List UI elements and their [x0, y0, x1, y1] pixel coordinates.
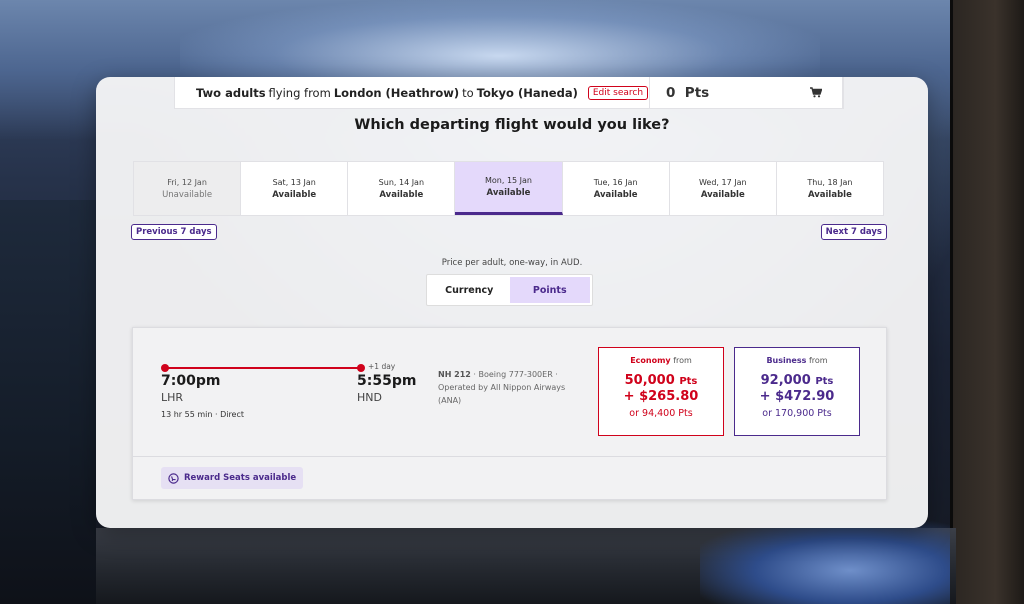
cabin-partition-background: [950, 0, 1024, 604]
flight-card-divider: [133, 456, 886, 457]
date-tab-thu-18-jan[interactable]: Thu, 18 Jan Available: [777, 162, 883, 215]
date-tab-status: Available: [486, 188, 531, 198]
date-tab-status: Unavailable: [162, 189, 213, 200]
points-toggle-option[interactable]: Points: [509, 277, 590, 303]
route-line: [164, 367, 360, 369]
date-tab-status: Available: [700, 189, 745, 200]
departure-airport-code: LHR: [161, 391, 184, 404]
origin-text: London (Heathrow): [333, 85, 460, 100]
passengers-text: Two adults: [195, 85, 266, 100]
reward-seats-label: Reward Seats available: [184, 473, 297, 483]
reward-seats-badge[interactable]: Reward Seats available: [161, 467, 304, 489]
business-fare-points: 92,000 Pts: [761, 373, 834, 389]
economy-fare-alt: or 94,400 Pts: [629, 408, 693, 419]
flight-duration: 13 hr 55 min · Direct: [161, 410, 245, 419]
business-fare-button[interactable]: Business from 92,000 Pts + $472.90 or 17…: [734, 347, 860, 436]
date-tab-status: Available: [807, 189, 852, 200]
operator-text: Operated by All Nippon Airways (ANA): [438, 383, 566, 405]
date-tab-status: Available: [379, 189, 424, 200]
business-fare-cash: + $472.90: [759, 389, 835, 404]
date-tab-sat-13-jan[interactable]: Sat, 13 Jan Available: [241, 162, 349, 215]
reward-seat-icon: [168, 472, 179, 484]
currency-points-toggle: Currency Points: [426, 274, 593, 306]
departure-time: 7:00pm: [161, 373, 221, 389]
cart-icon[interactable]: [806, 83, 826, 103]
cabin-light-background: [180, 0, 820, 80]
fare-points-unit: Pts: [679, 376, 698, 387]
price-note: Price per adult, one-way, in AUD.: [441, 258, 583, 268]
flight-number: NH 212: [438, 370, 471, 379]
currency-toggle-option[interactable]: Currency: [429, 277, 510, 303]
day-offset: +1 day: [368, 362, 396, 371]
date-tab-status: Available: [593, 189, 638, 200]
economy-fare-cash: + $265.80: [623, 389, 699, 404]
date-tab-mon-15-jan[interactable]: Mon, 15 Jan Available: [455, 162, 563, 215]
aircraft-type: · Boeing 777-300ER ·: [470, 370, 558, 379]
cabin-blanket-background: [700, 520, 950, 604]
destination-text: Tokyo (Haneda): [476, 85, 578, 100]
page-title: Which departing flight would you like?: [354, 117, 670, 133]
economy-fare-title: Economy from: [630, 356, 692, 365]
date-tab-date: Fri, 12 Jan: [167, 177, 207, 187]
date-tab-fri-12-jan[interactable]: Fri, 12 Jan Unavailable: [134, 162, 242, 215]
business-fare-title: Business from: [766, 356, 827, 365]
date-tab-date: Wed, 17 Jan: [698, 177, 747, 187]
fare-points-value: 50,000: [624, 373, 675, 388]
date-tab-date: Mon, 15 Jan: [484, 176, 532, 185]
previous-7-days-button[interactable]: Previous 7 days: [131, 224, 217, 240]
fare-from: from: [808, 356, 828, 365]
departure-dot-icon: [161, 364, 169, 372]
date-tab-date: Thu, 18 Jan: [807, 177, 853, 187]
business-fare-alt: or 170,900 Pts: [762, 408, 832, 419]
flying-from-text: flying from: [268, 85, 331, 100]
date-tab-date: Tue, 16 Jan: [593, 177, 638, 187]
points-balance: 0 Pts: [666, 84, 710, 101]
next-7-days-button[interactable]: Next 7 days: [820, 224, 887, 240]
arrival-time: 5:55pm: [357, 373, 417, 389]
fare-points-value: 92,000: [760, 373, 811, 388]
points-balance-box: 0 Pts: [650, 77, 843, 108]
date-tab-tue-16-jan[interactable]: Tue, 16 Jan Available: [563, 162, 670, 215]
flight-details: NH 212 · Boeing 777-300ER · Operated by …: [438, 368, 588, 407]
date-tab-sun-14-jan[interactable]: Sun, 14 Jan Available: [348, 162, 456, 215]
edit-search-button[interactable]: Edit search: [587, 85, 649, 100]
fare-class: Economy: [630, 356, 671, 365]
search-summary-bar: Two adults flying from London (Heathrow)…: [174, 77, 844, 109]
date-tab-wed-17-jan[interactable]: Wed, 17 Jan Available: [670, 162, 777, 215]
fare-class: Business: [766, 356, 807, 365]
date-tabs: Fri, 12 Jan Unavailable Sat, 13 Jan Avai…: [133, 161, 884, 216]
fare-points-unit: Pts: [815, 376, 834, 387]
date-tab-status: Available: [272, 189, 317, 200]
date-tab-date: Sat, 13 Jan: [272, 177, 316, 187]
to-text: to: [462, 85, 474, 100]
date-tab-date: Sun, 14 Jan: [378, 177, 425, 187]
cabin-seat-background: [0, 200, 96, 604]
economy-fare-points: 50,000 Pts: [625, 373, 698, 389]
arrival-airport-code: HND: [357, 391, 382, 404]
booking-card: Two adults flying from London (Heathrow)…: [96, 77, 928, 528]
flight-result-card: +1 day 7:00pm LHR 13 hr 55 min · Direct …: [132, 327, 887, 500]
fare-from: from: [673, 356, 692, 365]
arrival-dot-icon: [357, 364, 365, 372]
economy-fare-button[interactable]: Economy from 50,000 Pts + $265.80 or 94,…: [598, 347, 724, 436]
search-summary: Two adults flying from London (Heathrow)…: [175, 77, 650, 108]
